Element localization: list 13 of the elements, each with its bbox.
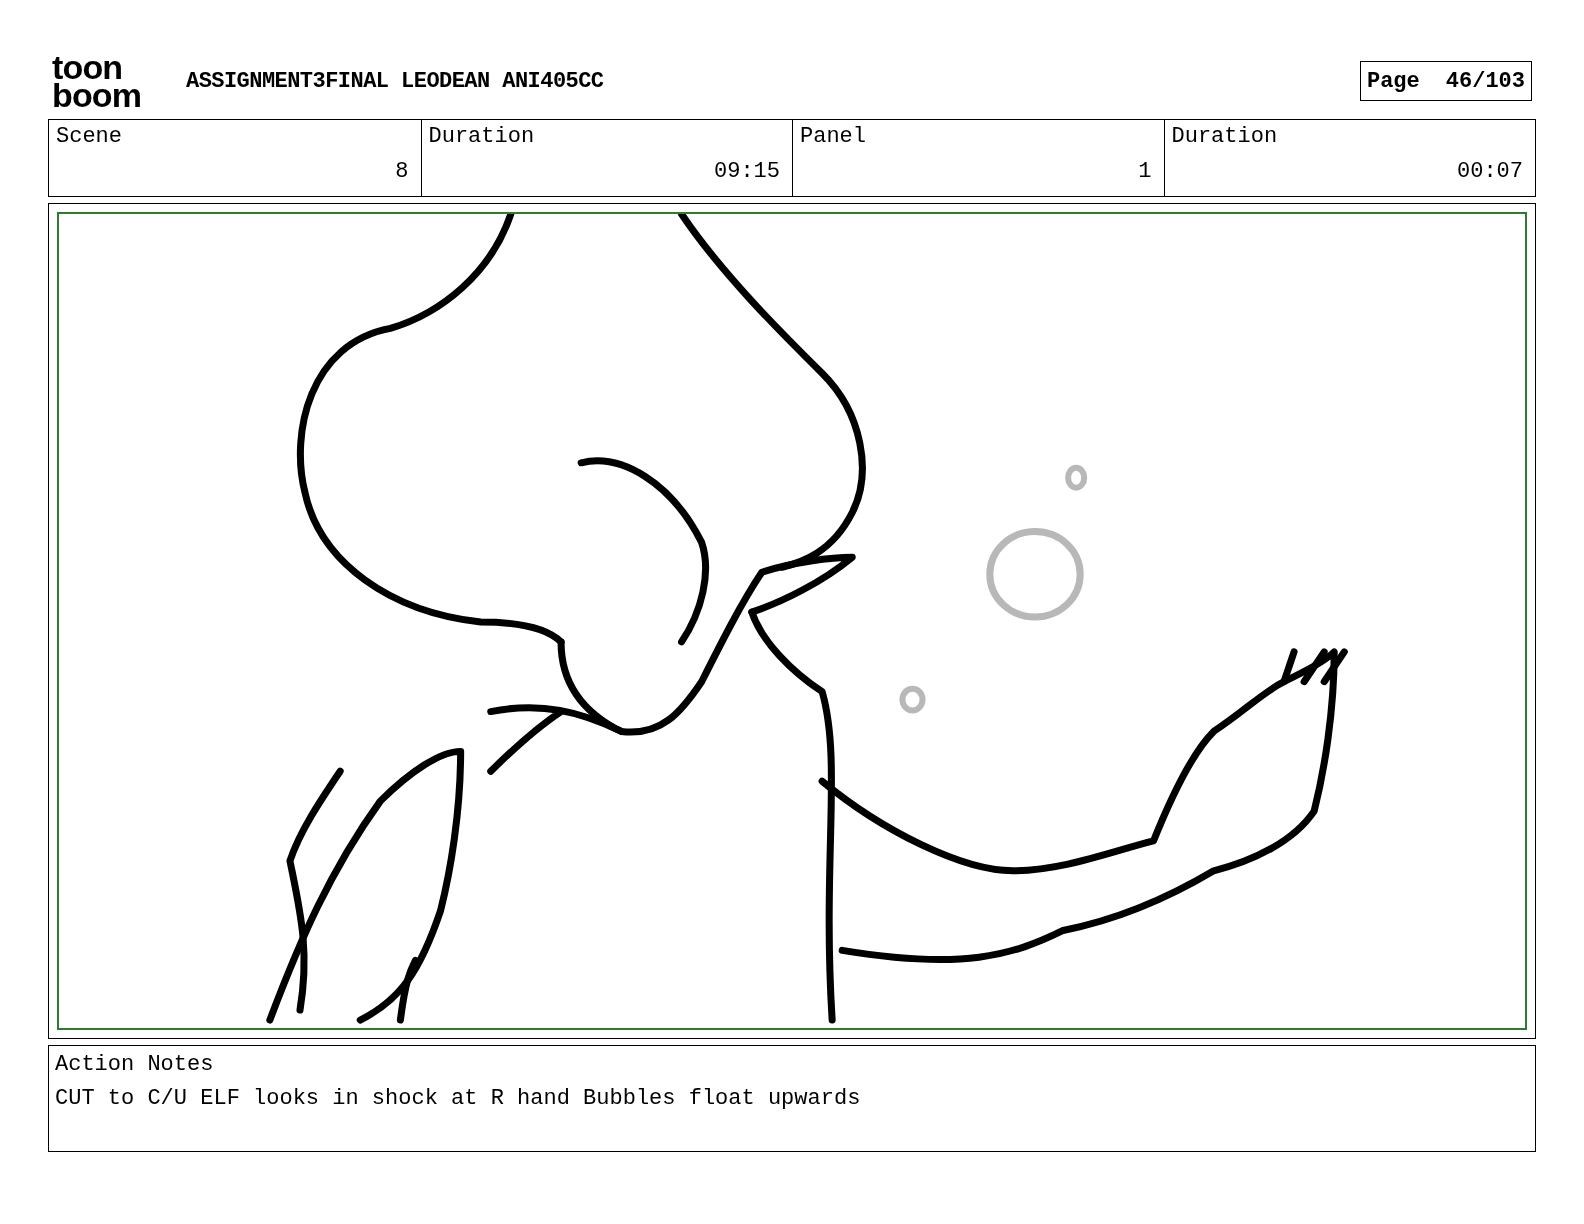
field-value: 8 xyxy=(395,158,409,186)
field-label: Panel xyxy=(800,123,866,151)
field-label: Duration xyxy=(428,123,535,151)
notes-label: Action Notes xyxy=(55,1051,215,1079)
field-value: 1 xyxy=(1138,158,1152,186)
field-label: Scene xyxy=(56,123,122,151)
notes-text: CUT to C/U ELF looks in shock at R hand Bubbles float upwards xyxy=(55,1085,862,1113)
field-value: 00:07 xyxy=(1457,158,1523,186)
page-counter: Page 46/103 xyxy=(1359,61,1532,101)
field-value: 09:15 xyxy=(714,158,780,186)
logo: toon boom xyxy=(52,53,143,109)
document-title: ASSIGNMENT3FINAL LEODEAN ANI405CC xyxy=(186,67,604,96)
field-label: Duration xyxy=(1171,123,1278,151)
